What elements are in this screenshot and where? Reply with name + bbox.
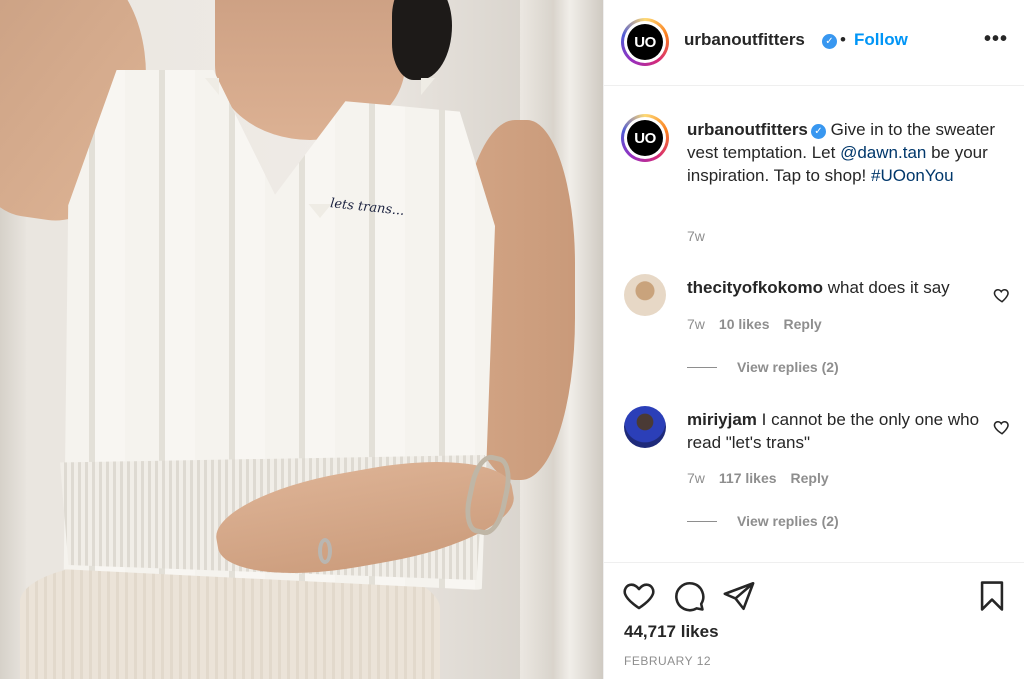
- comment-likes[interactable]: 10 likes: [719, 316, 770, 332]
- avatar-logo: UO: [627, 120, 663, 156]
- reply-button[interactable]: Reply: [791, 470, 829, 486]
- comment-likes[interactable]: 117 likes: [719, 470, 777, 486]
- account-username[interactable]: urbanoutfitters: [684, 30, 805, 50]
- comment-like-icon[interactable]: [993, 418, 1011, 436]
- commenter-avatar[interactable]: [624, 406, 666, 448]
- follow-button[interactable]: Follow: [854, 30, 908, 50]
- avatar-logo: UO: [627, 24, 663, 60]
- paper-plane-icon[interactable]: [722, 579, 756, 613]
- more-options-icon[interactable]: •••: [984, 28, 1008, 51]
- post-side-panel: UO urbanoutfitters ✓ • Follow ••• UO urb…: [603, 0, 1024, 679]
- comment-text: thecityofkokomo what does it say: [687, 276, 982, 299]
- comment-bubble-icon[interactable]: [672, 579, 706, 613]
- view-replies-label: View replies (2): [737, 359, 839, 375]
- commenter-username[interactable]: thecityofkokomo: [687, 278, 823, 297]
- photo-ring: [318, 538, 332, 564]
- comment-time[interactable]: 7w: [687, 470, 705, 486]
- comment-time[interactable]: 7w: [687, 316, 705, 332]
- comment-text: miriyjam I cannot be the only one who re…: [687, 408, 982, 454]
- photo-hair: [392, 0, 452, 80]
- view-replies-button[interactable]: View replies (2): [687, 359, 839, 375]
- caption-timestamp[interactable]: 7w: [687, 228, 705, 244]
- comment-meta: 7w 117 likes Reply: [687, 470, 843, 486]
- separator-dot: •: [840, 30, 846, 49]
- caption-username[interactable]: urbanoutfitters: [687, 120, 808, 139]
- reply-button[interactable]: Reply: [784, 316, 822, 332]
- commenter-username[interactable]: miriyjam: [687, 410, 757, 429]
- replies-divider: [687, 367, 717, 368]
- caption-hashtag-link[interactable]: #UOonYou: [871, 166, 954, 185]
- account-avatar[interactable]: UO: [621, 18, 669, 66]
- replies-divider: [687, 521, 717, 522]
- caption-avatar[interactable]: UO: [621, 114, 669, 162]
- post-photo[interactable]: lets trans...: [0, 0, 603, 679]
- commenter-avatar[interactable]: [624, 274, 666, 316]
- comment-like-icon[interactable]: [993, 286, 1011, 304]
- bookmark-icon[interactable]: [975, 579, 1009, 613]
- caption-mention-link[interactable]: @dawn.tan: [840, 143, 926, 162]
- verified-badge-icon: ✓: [822, 34, 837, 49]
- comment-body: what does it say: [823, 278, 950, 297]
- view-replies-button[interactable]: View replies (2): [687, 513, 839, 529]
- post-actions-bar: 44,717 likes FEBRUARY 12: [604, 562, 1024, 679]
- caption-text: urbanoutfitters ✓ Give in to the sweater …: [687, 118, 1002, 187]
- comment-meta: 7w 10 likes Reply: [687, 316, 836, 332]
- verified-badge-icon: ✓: [810, 124, 826, 139]
- likes-count[interactable]: 44,717 likes: [624, 622, 719, 642]
- view-replies-label: View replies (2): [737, 513, 839, 529]
- post-date[interactable]: FEBRUARY 12: [624, 654, 711, 668]
- post-header: UO urbanoutfitters ✓ • Follow •••: [604, 0, 1024, 86]
- heart-icon[interactable]: [622, 579, 656, 613]
